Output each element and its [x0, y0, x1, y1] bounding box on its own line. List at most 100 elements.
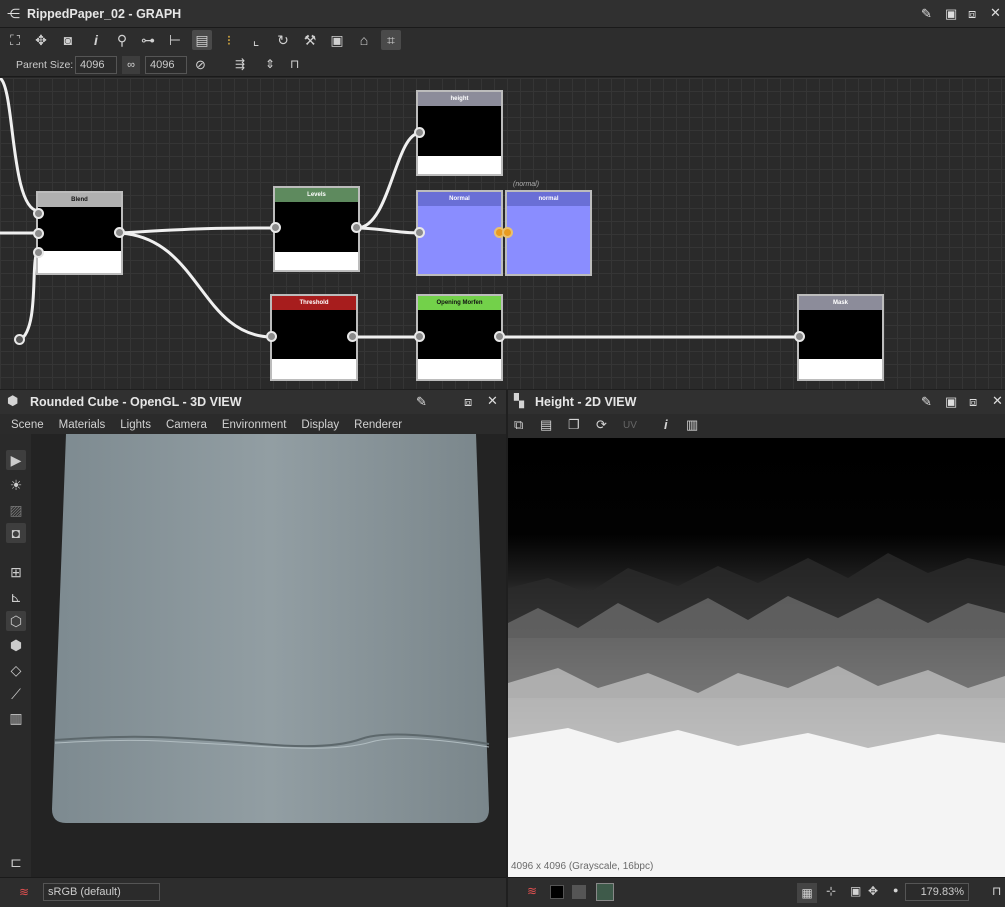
menu-environment[interactable]: Environment — [222, 419, 287, 431]
levels-node[interactable]: Levels — [273, 186, 360, 272]
opening-node[interactable]: Opening Morfen — [416, 294, 503, 381]
plane-icon[interactable]: ◇ — [6, 660, 26, 680]
pin-icon[interactable]: ✎ — [416, 395, 427, 409]
preview-icon[interactable]: ▣ — [327, 30, 347, 50]
center-icon[interactable]: ✥ — [868, 884, 878, 898]
grid-icon[interactable]: ▦ — [797, 883, 817, 903]
opening-input[interactable] — [414, 331, 425, 342]
normal-input[interactable] — [414, 227, 425, 238]
levels-output[interactable] — [351, 222, 362, 233]
blend-input-2[interactable] — [33, 228, 44, 239]
threshold-input[interactable] — [266, 331, 277, 342]
pixel-icon[interactable]: ⊹ — [826, 884, 836, 898]
histogram-icon[interactable]: ▥ — [686, 417, 698, 433]
maximize-icon[interactable]: ⧈ — [968, 7, 976, 21]
pin-icon[interactable]: ✎ — [921, 395, 932, 409]
opening-output[interactable] — [494, 331, 505, 342]
split-icon[interactable]: ⇕ — [265, 57, 275, 71]
camera-icon[interactable]: ◙ — [58, 30, 78, 50]
colorspace-select[interactable]: sRGB (default) — [43, 883, 160, 901]
snap-icon[interactable]: ⊓ — [290, 57, 299, 71]
close-icon[interactable]: ✕ — [992, 394, 1003, 408]
mask-node[interactable]: Mask — [797, 294, 884, 381]
threshold-output[interactable] — [347, 331, 358, 342]
close-icon[interactable]: ✕ — [990, 6, 1001, 20]
refresh-view-icon[interactable]: ⟳ — [596, 417, 607, 433]
search-icon[interactable]: ⚲ — [112, 30, 132, 50]
collapse-icon[interactable]: ⇶ — [235, 57, 245, 71]
height-node[interactable]: height — [416, 90, 503, 176]
normal-out-input[interactable] — [502, 227, 513, 238]
frame-all-icon[interactable]: ⛶ — [5, 30, 25, 50]
maximize-icon[interactable]: ⧈ — [969, 395, 977, 409]
cube-icon[interactable]: ⬡ — [6, 611, 26, 631]
crop-icon[interactable]: ⌗ — [381, 30, 401, 50]
camera-icon[interactable]: ▶ — [6, 450, 26, 470]
menu-lights[interactable]: Lights — [120, 419, 151, 431]
node-tree-icon[interactable]: ⊢ — [165, 30, 185, 50]
restore-icon[interactable]: ▣ — [945, 7, 957, 21]
blend-input-3[interactable] — [33, 247, 44, 258]
layers-icon[interactable]: ≋ — [527, 884, 537, 898]
bulb-icon[interactable]: ☀ — [6, 475, 26, 495]
light-dir-icon[interactable]: ⟋ — [6, 684, 26, 704]
export-icon[interactable]: ❐ — [568, 417, 580, 433]
histogram-icon[interactable]: ▥ — [6, 708, 26, 728]
env-icon[interactable]: ▨ — [6, 500, 26, 520]
cube-wire-icon[interactable]: ⬢ — [6, 635, 26, 655]
wire-icon[interactable]: ⊞ — [6, 562, 26, 582]
lock-icon[interactable]: ⊓ — [992, 884, 1001, 898]
threshold-node[interactable]: Threshold — [270, 294, 358, 381]
brush-icon[interactable]: ⌂ — [354, 30, 374, 50]
blend-node[interactable]: Blend — [36, 191, 123, 275]
menu-renderer[interactable]: Renderer — [354, 419, 402, 431]
close-icon[interactable]: ✕ — [487, 394, 498, 408]
menu-materials[interactable]: Materials — [59, 419, 106, 431]
menu-scene[interactable]: Scene — [11, 419, 44, 431]
normal-node[interactable]: Normal — [416, 190, 503, 276]
fit-icon[interactable]: ▣ — [850, 884, 861, 898]
graph-subtoolbar: Parent Size: 4096 ∞ 4096 ⊘ ⇶ ⇕ ⊓ — [0, 53, 1005, 77]
graph-title: RippedPaper_02 - GRAPH — [27, 7, 182, 21]
info-icon[interactable]: i — [86, 30, 106, 50]
black-bg-icon[interactable] — [550, 885, 564, 899]
tree-icon[interactable]: ⊏ — [6, 852, 26, 872]
info-icon[interactable]: i — [664, 417, 668, 432]
copy-icon[interactable]: ⧉ — [514, 417, 523, 433]
image-bg-icon[interactable] — [596, 883, 614, 901]
blend-input-1[interactable] — [33, 208, 44, 219]
uv-select[interactable]: UV — [623, 420, 637, 431]
levels-input[interactable] — [270, 222, 281, 233]
connect-icon[interactable]: ⌞ — [246, 30, 266, 50]
layers-icon[interactable]: ≋ — [19, 885, 29, 899]
height-input[interactable] — [414, 127, 425, 138]
reset-icon[interactable]: ⊘ — [195, 57, 206, 73]
pin-icon[interactable]: ✎ — [921, 7, 932, 21]
save-icon[interactable]: ▤ — [540, 417, 552, 433]
menu-display[interactable]: Display — [301, 419, 339, 431]
viewport-2d[interactable]: 4096 x 4096 (Grayscale, 16bpc) — [508, 438, 1005, 877]
parent-size-width[interactable]: 4096 — [75, 56, 117, 74]
graph-title-bar: ⋲ RippedPaper_02 - GRAPH ✎ ▣ ⧈ ✕ — [0, 0, 1005, 28]
maximize-icon[interactable]: ⧈ — [464, 395, 472, 409]
graph-canvas[interactable]: Blend Levels Threshold Opening Morfen he… — [0, 78, 1005, 389]
link-icon[interactable]: ∞ — [122, 56, 140, 74]
axis-icon[interactable]: ⊾ — [6, 587, 26, 607]
wrench-icon[interactable]: ⚒ — [300, 30, 320, 50]
center-icon[interactable]: ✥ — [31, 30, 51, 50]
refresh-icon[interactable]: ↻ — [273, 30, 293, 50]
align-icon[interactable]: ⁝ — [219, 30, 239, 50]
external-pin[interactable] — [14, 334, 25, 345]
normal-output-node[interactable]: normal — [505, 190, 592, 276]
viewport-3d[interactable] — [31, 434, 506, 877]
menu-camera[interactable]: Camera — [166, 419, 207, 431]
gray-bg-icon[interactable] — [572, 885, 586, 899]
mask-input[interactable] — [794, 331, 805, 342]
node-link-icon[interactable]: ⊶ — [138, 30, 158, 50]
restore-icon[interactable]: ▣ — [945, 395, 957, 409]
blend-output[interactable] — [114, 227, 125, 238]
display-icon[interactable]: ◘ — [6, 523, 26, 543]
frame-icon[interactable]: ▤ — [192, 30, 212, 50]
zoom-field[interactable]: 179.83% — [905, 883, 969, 901]
parent-size-height[interactable]: 4096 — [145, 56, 187, 74]
